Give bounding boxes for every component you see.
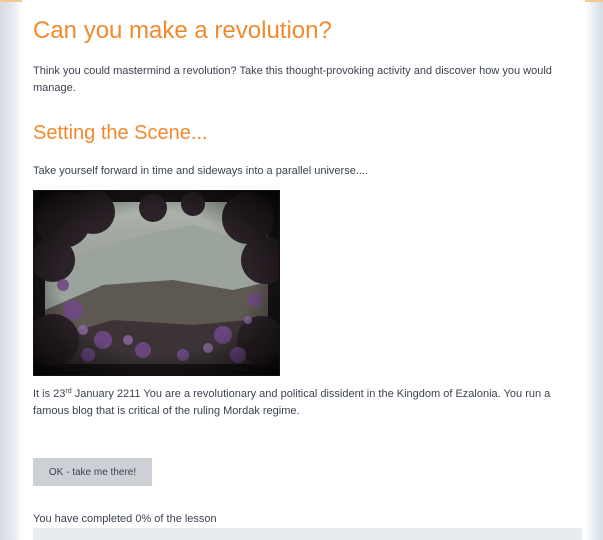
intro-paragraph: Think you could mastermind a revolution?…: [33, 65, 552, 94]
progress-label: You have completed 0% of the lesson: [33, 513, 217, 525]
lesson-content: Can you make a revolution? Think you cou…: [22, 0, 585, 540]
progress-bar: [33, 528, 582, 540]
story-paragraph: It is 23rd January 2211 You are a revolu…: [33, 386, 581, 420]
continue-button[interactable]: OK - take me there!: [33, 458, 152, 486]
section-heading: Setting the Scene...: [33, 122, 208, 144]
story-date-prefix: It is 23: [33, 388, 66, 400]
scene-lead-text: Take yourself forward in time and sidewa…: [33, 165, 369, 177]
forest-scene-image: [33, 190, 280, 376]
story-text: January 2211 You are a revolutionary and…: [33, 388, 551, 417]
page-title: Can you make a revolution?: [33, 17, 332, 44]
